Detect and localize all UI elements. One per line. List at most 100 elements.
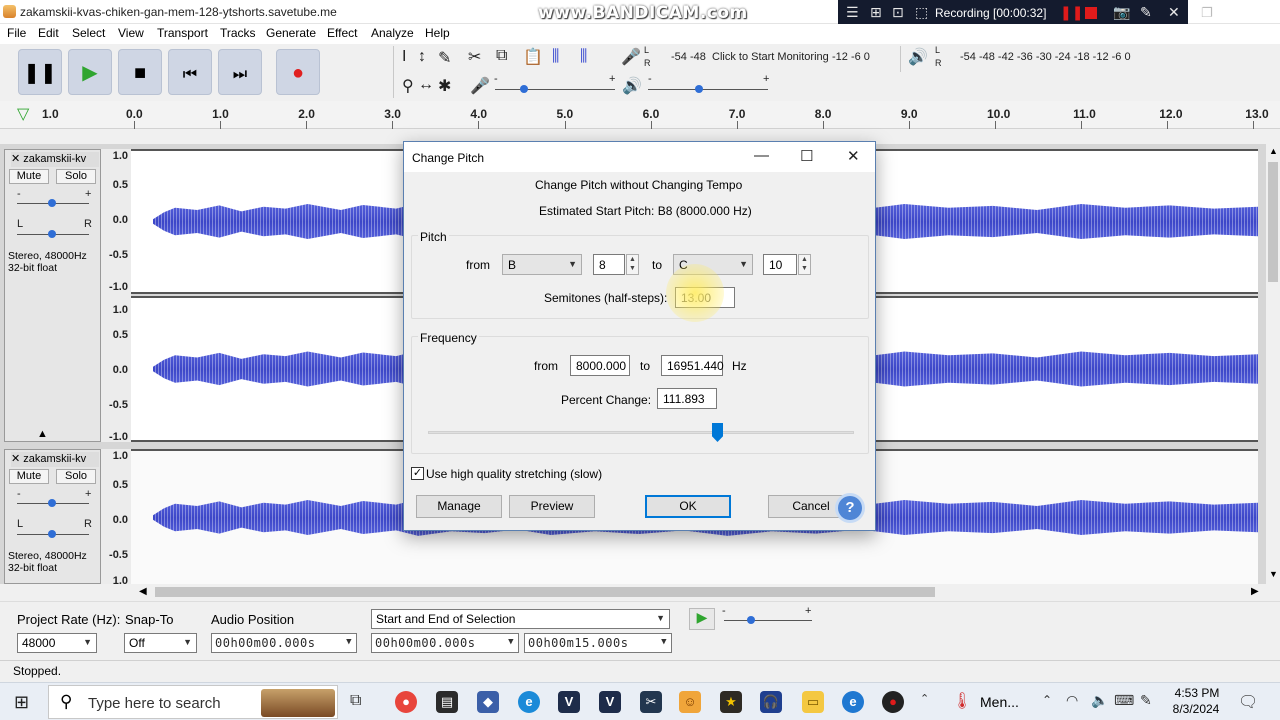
menu-help[interactable]: Help	[425, 26, 450, 40]
project-rate-select[interactable]: 48000 ▼	[17, 633, 97, 653]
scroll-left-icon[interactable]: ◀	[139, 586, 147, 597]
track-name-menu[interactable]: ✕ zakamskii-kv	[11, 152, 99, 167]
timeline-ruler[interactable]: ▽ 1.0 0.0 1.0 2.0 3.0 4.0 5.0 6.0 7.0 8.0 9.0 10.0…	[0, 101, 1280, 129]
pan-thumb[interactable]	[48, 530, 56, 538]
rectangle-area-icon[interactable]: ⬚	[915, 4, 928, 21]
pause-recording-icon[interactable]: ❚❚	[1060, 4, 1083, 21]
minimize-icon[interactable]: —	[754, 147, 769, 164]
collapse-track-icon[interactable]: ▲	[37, 428, 48, 440]
selection-start-field[interactable]: 00h00m00.000s ▼	[371, 633, 519, 653]
pan-thumb[interactable]	[48, 230, 56, 238]
to-octave-spinner[interactable]: ▲ ▼	[798, 254, 811, 275]
menu-icon[interactable]: ☰	[846, 4, 859, 21]
manage-button[interactable]: Manage	[416, 495, 502, 518]
from-note-select[interactable]: B ▼	[502, 254, 582, 275]
preview-button[interactable]: Preview	[509, 495, 595, 518]
paste-icon[interactable]: 📋	[523, 47, 543, 67]
record-button[interactable]: ●	[276, 49, 320, 95]
snap-to-select[interactable]: Off ▼	[124, 633, 197, 653]
video-editor-icon[interactable]: ▤	[436, 691, 458, 713]
mute-button[interactable]: Mute	[9, 169, 49, 184]
stop-recording-icon[interactable]	[1085, 7, 1097, 19]
skip-to-end-button[interactable]: ⏭	[218, 49, 262, 95]
selection-end-field[interactable]: 00h00m15.000s ▼	[524, 633, 672, 653]
vertical-scroll-thumb[interactable]	[1268, 162, 1278, 282]
zoom-tool-icon[interactable]: ⚲	[402, 76, 414, 96]
tray-expand-icon[interactable]: ⌃	[1042, 693, 1052, 707]
recording-volume-thumb[interactable]	[520, 85, 528, 93]
mute-button[interactable]: Mute	[9, 469, 49, 484]
high-quality-checkbox[interactable]: ✓	[411, 467, 424, 480]
edge-icon[interactable]: e	[518, 691, 540, 713]
scroll-down-icon[interactable]: ▼	[1269, 569, 1278, 579]
high-quality-label[interactable]: Use high quality stretching (slow)	[426, 467, 602, 481]
notifications-icon[interactable]: 🗨	[1238, 692, 1258, 712]
thermometer-icon[interactable]: 🌡	[952, 691, 972, 711]
time-shift-tool-icon[interactable]: ↔	[418, 76, 434, 94]
menu-effect[interactable]: Effect	[327, 26, 357, 40]
copy-icon[interactable]: ⧉	[496, 47, 507, 65]
close-bandicam-icon[interactable]: ✕	[1168, 4, 1180, 21]
horizontal-scrollbar[interactable]: ◀ ▶	[131, 584, 1266, 600]
cut-icon[interactable]: ✂	[468, 47, 481, 67]
multi-tool-icon[interactable]: ✱	[438, 76, 451, 96]
playback-volume-slider[interactable]	[648, 89, 768, 90]
file-explorer-icon[interactable]: ▭	[802, 691, 824, 713]
maximize-icon[interactable]: ☐	[800, 147, 813, 165]
audacity-taskbar-icon[interactable]: 🎧	[760, 691, 782, 713]
start-monitoring-link[interactable]: Click to Start Monitoring	[712, 51, 829, 63]
pen-icon[interactable]: ✎	[1140, 692, 1152, 709]
taskbar-search-box[interactable]: ⚲ Type here to search	[48, 685, 338, 719]
language-icon[interactable]: ⌨	[1114, 692, 1134, 709]
star-app-icon[interactable]: ★	[720, 691, 742, 713]
clock-time[interactable]: 4:53 PM	[1168, 686, 1226, 700]
menu-edit[interactable]: Edit	[38, 26, 59, 40]
trim-audio-icon[interactable]: ⫼	[552, 48, 559, 66]
from-octave-input[interactable]: 8	[593, 254, 625, 275]
scroll-up-icon[interactable]: ▲	[1269, 146, 1278, 156]
to-note-select[interactable]: C ▼	[673, 254, 753, 275]
play-button[interactable]: ▶	[68, 49, 112, 95]
envelope-tool-icon[interactable]: ↕	[418, 48, 426, 66]
internet-explorer-icon[interactable]: e	[842, 691, 864, 713]
play-speed-thumb[interactable]	[747, 616, 755, 624]
close-track-icon[interactable]: ✕	[11, 153, 20, 165]
skip-to-start-button[interactable]: ⏮	[168, 49, 212, 95]
solo-button[interactable]: Solo	[56, 469, 96, 484]
play-speed-slider[interactable]	[724, 620, 812, 621]
menu-app-label[interactable]: Men...	[980, 694, 1019, 710]
help-button[interactable]: ?	[838, 496, 862, 520]
vegas-icon[interactable]: V	[558, 691, 580, 713]
capcut-icon[interactable]: ✂	[640, 691, 662, 713]
menu-tracks[interactable]: Tracks	[220, 26, 256, 40]
play-at-speed-button[interactable]: ▶	[689, 608, 715, 630]
solo-button[interactable]: Solo	[56, 169, 96, 184]
menu-view[interactable]: View	[118, 26, 144, 40]
to-octave-input[interactable]: 10	[763, 254, 797, 275]
gain-thumb[interactable]	[48, 499, 56, 507]
overflow-chevron-icon[interactable]: ⌃	[920, 692, 929, 705]
task-view-icon[interactable]: ⧉	[350, 692, 361, 710]
menu-transport[interactable]: Transport	[157, 26, 208, 40]
recording-volume-slider[interactable]	[495, 89, 615, 90]
playback-meter-speaker-icon[interactable]: 🔊	[908, 47, 928, 67]
vertical-scrollbar[interactable]: ▲ ▼	[1266, 144, 1280, 584]
ok-button[interactable]: OK	[645, 495, 731, 518]
menu-analyze[interactable]: Analyze	[371, 26, 414, 40]
freq-to-input[interactable]: 16951.440	[661, 355, 724, 376]
pause-button[interactable]: ❚❚	[18, 49, 62, 95]
vegas-pro-icon[interactable]: V	[599, 691, 621, 713]
draw-tool-icon[interactable]: ✎	[438, 48, 451, 68]
record-meter-mic-icon[interactable]: 🎤	[621, 47, 641, 67]
virtualbox-icon[interactable]: ◆	[477, 691, 499, 713]
horizontal-scroll-thumb[interactable]	[155, 587, 935, 597]
screenshot-camera-icon[interactable]: 📷	[1113, 4, 1130, 21]
windows-start-icon[interactable]: ⊞	[14, 692, 29, 713]
bandicam-taskbar-icon[interactable]: ●	[882, 691, 904, 713]
pen-draw-icon[interactable]: ✎	[1140, 4, 1152, 21]
menu-select[interactable]: Select	[72, 26, 105, 40]
target-window-icon[interactable]: ⊞	[870, 4, 882, 21]
percent-change-slider[interactable]	[428, 431, 854, 434]
close-icon[interactable]: ✕	[847, 147, 860, 165]
from-octave-spinner[interactable]: ▲ ▼	[626, 254, 639, 275]
